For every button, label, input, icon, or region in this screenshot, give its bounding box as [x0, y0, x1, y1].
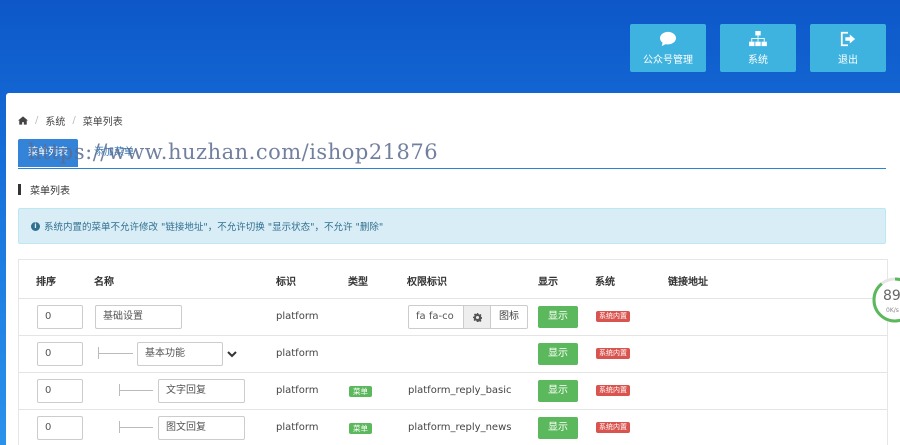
sort-input[interactable]: 0 — [37, 379, 83, 403]
table-row: 0 基本功能 platform 显示 系统内置 — [19, 336, 887, 372]
sort-input[interactable]: 0 — [37, 305, 83, 329]
breadcrumb-system[interactable]: 系统 — [45, 113, 65, 128]
show-toggle-button[interactable]: 显示 — [538, 417, 578, 439]
system-badge: 系统内置 — [596, 385, 630, 396]
system-badge: 系统内置 — [596, 311, 630, 322]
ident-text: platform — [276, 348, 319, 359]
info-alert: i 系统内置的菜单不允许修改 "链接地址"，不允许切换 "显示状态"，不允许 "… — [18, 208, 886, 244]
name-input[interactable]: 文字回复 — [158, 379, 245, 403]
logout-icon — [840, 31, 856, 46]
name-input[interactable]: 基础设置 — [95, 305, 182, 329]
col-name: 名称 — [94, 277, 114, 288]
info-icon: i — [31, 221, 40, 231]
col-perm: 权限标识 — [407, 277, 447, 288]
tree-line — [119, 390, 153, 391]
tab-menu-list[interactable]: 菜单列表 — [18, 139, 78, 167]
tab-add-menu[interactable]: 添加菜单 — [84, 139, 144, 167]
col-ident: 标识 — [276, 277, 296, 288]
type-badge: 菜单 — [349, 386, 372, 397]
table-row: 0 基础设置 platform fa fa-co 图标 显示 系统内置 — [19, 299, 887, 335]
gauge-sub: 0K/s — [886, 307, 899, 314]
show-toggle-button[interactable]: 显示 — [538, 380, 578, 402]
section-title-text: 菜单列表 — [30, 186, 70, 197]
icon-input[interactable]: fa fa-co — [409, 306, 463, 328]
show-toggle-button[interactable]: 显示 — [538, 306, 578, 328]
main-card: / 系统 / 菜单列表 菜单列表 添加菜单 菜单列表 i 系统内置的菜单不允许修… — [6, 93, 900, 445]
perm-text: platform_reply_news — [408, 422, 512, 433]
col-link: 链接地址 — [668, 277, 708, 288]
speed-gauge-widget[interactable]: 89 0K/s — [871, 276, 900, 324]
topnav-logout-button[interactable]: 退出 — [810, 24, 886, 72]
show-toggle-button[interactable]: 显示 — [538, 343, 578, 365]
col-type: 类型 — [348, 277, 368, 288]
table-row: 0 图文回复 platform 菜单 platform_reply_news 显… — [19, 410, 887, 445]
col-show: 显示 — [538, 277, 558, 288]
ident-text: platform — [276, 311, 319, 322]
icon-select-button[interactable]: 图标 — [490, 306, 527, 328]
topnav-label: 系统 — [748, 54, 768, 66]
topnav-label: 公众号管理 — [643, 54, 693, 66]
system-badge: 系统内置 — [596, 422, 630, 433]
name-input[interactable]: 基本功能 — [137, 342, 223, 366]
type-badge: 菜单 — [349, 423, 372, 434]
system-badge: 系统内置 — [596, 348, 630, 359]
col-system: 系统 — [595, 277, 615, 288]
topnav-system-button[interactable]: 系统 — [720, 24, 796, 72]
topnav-label: 退出 — [838, 54, 858, 66]
gear-icon[interactable] — [463, 306, 490, 328]
perm-text: platform_reply_basic — [408, 385, 512, 396]
name-input[interactable]: 图文回复 — [158, 416, 245, 440]
breadcrumb: / 系统 / 菜单列表 — [18, 113, 123, 128]
gauge-value: 89 — [883, 288, 900, 304]
alert-text: 系统内置的菜单不允许修改 "链接地址"，不允许切换 "显示状态"，不允许 "删除… — [44, 222, 384, 233]
chat-icon — [660, 31, 676, 46]
ident-text: platform — [276, 422, 319, 433]
ident-text: platform — [276, 385, 319, 396]
tab-bar: 菜单列表 添加菜单 — [18, 139, 886, 169]
section-title: 菜单列表 — [18, 182, 70, 197]
home-icon[interactable] — [18, 116, 28, 125]
breadcrumb-menu-list: 菜单列表 — [82, 117, 123, 128]
table-row: 0 文字回复 platform 菜单 platform_reply_basic … — [19, 373, 887, 409]
sitemap-icon — [749, 30, 767, 46]
section-bar — [18, 184, 21, 195]
chevron-down-icon[interactable] — [227, 349, 237, 359]
col-sort: 排序 — [36, 277, 56, 288]
menu-table: 排序 名称 标识 类型 权限标识 显示 系统 链接地址 0 基础设置 platf… — [18, 259, 888, 445]
tree-line — [98, 353, 133, 354]
icon-picker: fa fa-co 图标 — [408, 305, 528, 329]
sort-input[interactable]: 0 — [37, 416, 83, 440]
tree-line — [119, 427, 153, 428]
sort-input[interactable]: 0 — [37, 342, 83, 366]
top-nav: 公众号管理 系统 退出 — [630, 24, 886, 72]
topnav-official-account-button[interactable]: 公众号管理 — [630, 24, 706, 72]
